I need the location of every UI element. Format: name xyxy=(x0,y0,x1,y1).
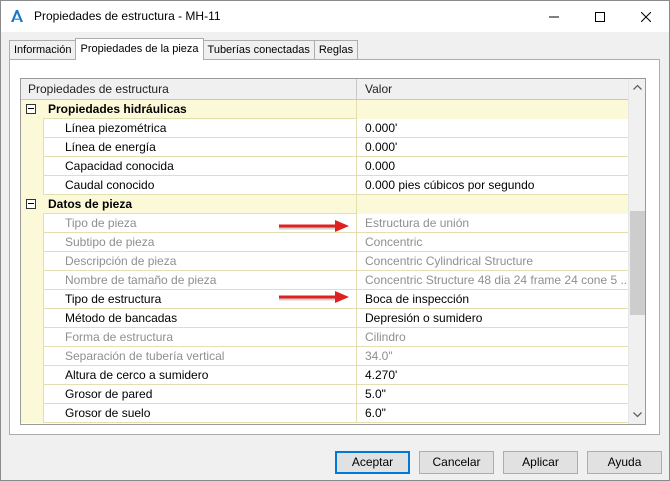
property-value: Cilindro xyxy=(365,330,406,344)
property-value[interactable]: Depresión o sumidero xyxy=(357,309,628,328)
row-gutter xyxy=(21,100,43,119)
row-gutter xyxy=(21,366,43,385)
chevron-down-icon xyxy=(633,412,642,418)
row-gutter xyxy=(21,309,43,328)
property-row[interactable]: Forma de estructura Cilindro xyxy=(21,328,628,347)
property-value[interactable]: 6.0" xyxy=(357,404,628,423)
property-name: Línea de energía xyxy=(43,138,357,157)
collapse-toggle-icon[interactable] xyxy=(26,199,36,209)
category-label: Propiedades hidráulicas xyxy=(43,100,357,119)
property-grid: Propiedades de estructura Valor Propieda… xyxy=(20,78,646,425)
row-gutter xyxy=(21,271,43,290)
property-name: Línea piezométrica xyxy=(43,119,357,138)
close-button[interactable] xyxy=(623,1,669,32)
grid-header: Propiedades de estructura Valor xyxy=(21,79,628,100)
property-value: Estructura de unión xyxy=(365,216,470,230)
property-name: Grosor de pared xyxy=(43,385,357,404)
property-value: 34.0" xyxy=(365,349,393,363)
cancel-button[interactable]: Cancelar xyxy=(419,451,494,474)
property-name: Grosor de suelo xyxy=(43,404,357,423)
row-gutter xyxy=(21,119,43,138)
property-name: Altura de cerco a sumidero xyxy=(43,366,357,385)
row-gutter xyxy=(21,233,43,252)
row-gutter xyxy=(21,347,43,366)
column-header-property[interactable]: Propiedades de estructura xyxy=(21,79,357,100)
property-value[interactable]: 5.0" xyxy=(357,385,628,404)
ok-button[interactable]: Aceptar xyxy=(335,451,410,474)
property-name: Descripción de pieza xyxy=(43,252,357,271)
property-value xyxy=(357,195,628,214)
property-value[interactable]: 0.000' xyxy=(357,119,628,138)
property-row[interactable]: Nombre de tamaño de pieza Concentric Stru… xyxy=(21,271,628,290)
property-name: Caudal conocido xyxy=(43,176,357,195)
property-value[interactable]: 0.000 pies cúbicos por segundo xyxy=(357,176,628,195)
help-button[interactable]: Ayuda xyxy=(587,451,662,474)
property-value[interactable]: Boca de inspección xyxy=(357,290,628,309)
maximize-icon xyxy=(595,11,605,22)
autocad-app-icon xyxy=(9,8,25,24)
scroll-thumb[interactable] xyxy=(630,211,645,315)
row-gutter xyxy=(21,290,43,309)
property-name: Subtipo de pieza xyxy=(43,233,357,252)
close-icon xyxy=(641,11,651,22)
row-gutter xyxy=(21,385,43,404)
property-value xyxy=(357,100,628,119)
property-value: Concentric Cylindrical Structure xyxy=(365,254,534,268)
row-gutter xyxy=(21,214,43,233)
property-value[interactable]: 0.000 xyxy=(357,157,628,176)
property-row[interactable]: Altura de cerco a sumidero 4.270' xyxy=(21,366,628,385)
property-row[interactable]: Grosor de pared 5.0" xyxy=(21,385,628,404)
tab-tuberias-conectadas[interactable]: Tuberías conectadas xyxy=(202,40,315,60)
column-header-value[interactable]: Valor xyxy=(357,79,628,100)
property-row[interactable]: Método de bancadas Depresión o sumidero xyxy=(21,309,628,328)
title-bar[interactable]: Propiedades de estructura - MH-11 xyxy=(1,1,669,32)
property-row[interactable]: Subtipo de pieza Concentric xyxy=(21,233,628,252)
row-gutter xyxy=(21,252,43,271)
property-name: Forma de estructura xyxy=(43,328,357,347)
minimize-button[interactable] xyxy=(531,1,577,32)
tab-reglas[interactable]: Reglas xyxy=(313,40,359,60)
row-gutter xyxy=(21,404,43,423)
property-row[interactable]: Línea de energía 0.000' xyxy=(21,138,628,157)
property-row[interactable]: Separación de tubería vertical 34.0" xyxy=(21,347,628,366)
property-name: Separación de tubería vertical xyxy=(43,347,357,366)
property-row[interactable]: Línea piezométrica 0.000' xyxy=(21,119,628,138)
property-name: Capacidad conocida xyxy=(43,157,357,176)
category-row[interactable]: Propiedades hidráulicas xyxy=(21,100,628,119)
tab-propiedades-pieza[interactable]: Propiedades de la pieza xyxy=(75,38,204,60)
row-gutter xyxy=(21,328,43,347)
property-row[interactable]: Capacidad conocida 0.000 xyxy=(21,157,628,176)
apply-button[interactable]: Aplicar xyxy=(503,451,578,474)
red-arrow-tipo-de-pieza xyxy=(279,220,349,232)
row-gutter xyxy=(21,138,43,157)
property-value[interactable]: 4.270' xyxy=(357,366,628,385)
chevron-up-icon xyxy=(633,84,642,90)
property-rows: Propiedades hidráulicas Línea piezométric… xyxy=(21,100,628,423)
minimize-icon xyxy=(549,16,559,17)
window-title: Propiedades de estructura - MH-11 xyxy=(34,9,221,23)
property-value: Concentric Structure 48 dia 24 frame 24 … xyxy=(365,273,628,287)
property-row[interactable]: Caudal conocido 0.000 pies cúbicos por se… xyxy=(21,176,628,195)
category-label: Datos de pieza xyxy=(43,195,357,214)
property-row[interactable]: Descripción de pieza Concentric Cylindric… xyxy=(21,252,628,271)
row-gutter xyxy=(21,176,43,195)
property-name: Método de bancadas xyxy=(43,309,357,328)
row-gutter xyxy=(21,157,43,176)
red-arrow-tipo-de-estructura xyxy=(279,291,349,303)
property-row[interactable]: Grosor de suelo 6.0" xyxy=(21,404,628,423)
tab-informacion[interactable]: Información xyxy=(9,40,77,60)
property-value[interactable]: 0.000' xyxy=(357,138,628,157)
row-gutter xyxy=(21,195,43,214)
property-value: Concentric xyxy=(365,235,423,249)
property-name: Nombre de tamaño de pieza xyxy=(43,271,357,290)
vertical-scrollbar[interactable] xyxy=(628,79,645,424)
maximize-button[interactable] xyxy=(577,1,623,32)
scroll-down-button[interactable] xyxy=(629,407,645,424)
category-row[interactable]: Datos de pieza xyxy=(21,195,628,214)
dialog-window: Propiedades de estructura - MH-11 Inform… xyxy=(0,0,670,481)
tab-strip: Información Propiedades de la pieza Tube… xyxy=(9,38,359,60)
scroll-up-button[interactable] xyxy=(629,79,645,96)
collapse-toggle-icon[interactable] xyxy=(26,104,36,114)
